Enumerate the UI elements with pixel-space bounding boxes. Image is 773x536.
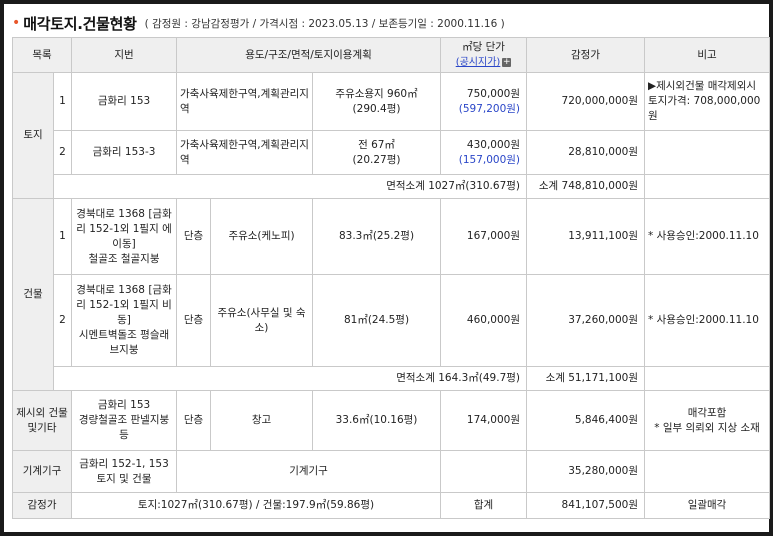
building-structure: 철골조 철골지붕 bbox=[88, 252, 160, 265]
row-number: 2 bbox=[52, 274, 73, 367]
total-row: 감정가 토지:1027㎡(310.67평) / 건물:197.9㎡(59.86평… bbox=[11, 492, 771, 519]
zoning: 가축사육제한구역,계획관리지역 bbox=[176, 130, 314, 175]
building-use: 주유소(사무실 및 숙소) bbox=[210, 274, 314, 367]
extra-address: 금화리 153 bbox=[97, 399, 151, 411]
lot-address: 금화리 153 경량철골조 판넬지붕등 bbox=[71, 390, 178, 451]
official-price-link[interactable]: (공시지가) bbox=[456, 57, 501, 68]
remark: * 사용승인:2000.11.10 bbox=[644, 198, 771, 275]
unit-price-value: 174,000원 bbox=[440, 390, 528, 451]
remark: ▶제시외건물 매각제외시 토지가격: 708,000,000원 bbox=[644, 72, 771, 131]
total-area-summary: 토지:1027㎡(310.67평) / 건물:197.9㎡(59.86평) bbox=[71, 492, 442, 519]
unit-price-value: 750,000원 bbox=[466, 87, 521, 100]
row-number: 1 bbox=[52, 198, 73, 275]
header-usage: 용도/구조/면적/토지이용계획 bbox=[176, 37, 442, 73]
extra-label: 제시외 건물및기타 bbox=[11, 390, 73, 451]
table-row: 건물 1 경북대로 1368 [금화리 152-1외 1필지 에이동] 철골조 … bbox=[12, 198, 771, 391]
header-remarks: 비고 bbox=[644, 37, 771, 73]
table-header: 목록 지번 용도/구조/면적/토지이용계획 ㎡당 단가 (공시지가) + 감정가 … bbox=[11, 37, 771, 73]
remark-included: 매각포함 bbox=[687, 406, 727, 419]
appraisal-value: 37,260,000원 bbox=[526, 274, 646, 367]
floor: 단층 bbox=[176, 198, 212, 275]
zoning: 가축사육제한구역,계획관리지역 bbox=[176, 72, 314, 131]
building-address: 경북대로 1368 [금화리 152-1외 1필지 비동] bbox=[76, 284, 172, 326]
official-price-value: (157,000원) bbox=[458, 153, 521, 166]
subtotal-row: 면적소계 1027㎡(310.67평) 소계 748,810,000원 bbox=[13, 174, 771, 199]
building-structure: 시멘트벽돌조 평슬래브지붕 bbox=[78, 329, 170, 356]
section-title: • 매각토지.건물현황 ( 감정원 : 강남감정평가 / 가격시점 : 2023… bbox=[12, 12, 505, 34]
floor: 단층 bbox=[176, 274, 212, 367]
machine-label: 기계기구 bbox=[11, 450, 73, 493]
header-category: 목록 bbox=[11, 37, 73, 73]
unit-price-value: 460,000원 bbox=[440, 274, 528, 367]
table-row: 2 경북대로 1368 [금화리 152-1외 1필지 비동] 시멘트벽돌조 평… bbox=[13, 274, 771, 367]
remark: 매각포함 * 일부 의뢰외 지상 소재 bbox=[644, 390, 771, 451]
appraisal-value: 720,000,000원 bbox=[526, 72, 646, 131]
row-number: 2 bbox=[52, 130, 73, 175]
building-area: 83.3㎡(25.2평) bbox=[312, 198, 442, 275]
land-area: (20.27평) bbox=[352, 153, 401, 166]
land-label: 토지 bbox=[12, 72, 54, 199]
land-use: 전 67㎡ (20.27평) bbox=[312, 130, 442, 175]
header-appraisal: 감정가 bbox=[526, 37, 646, 73]
remark-note: * 일부 의뢰외 지상 소재 bbox=[654, 421, 760, 434]
table-row: 기계기구 금화리 152-1, 153 토지 및 건물 기계기구 35,280,… bbox=[11, 450, 771, 493]
machine-lot: 금화리 152-1, 153 토지 및 건물 bbox=[71, 450, 178, 493]
total-label: 감정가 bbox=[11, 492, 73, 519]
total-remark: 일괄매각 bbox=[644, 492, 771, 519]
floor: 단층 bbox=[176, 390, 212, 451]
land-use-type: 전 67㎡ bbox=[358, 138, 395, 151]
empty-cell bbox=[440, 450, 528, 493]
building-use: 주유소(케노피) bbox=[210, 198, 314, 275]
land-use-type: 주유소용지 960㎡ bbox=[335, 87, 418, 100]
extra-area: 33.6㎡(10.16평) bbox=[312, 390, 442, 451]
area-subtotal: 면적소계 164.3㎡(49.7평) bbox=[52, 366, 528, 391]
remark bbox=[644, 130, 771, 175]
unit-price-value: 430,000원 bbox=[466, 138, 521, 151]
machine-use: 기계기구 bbox=[176, 450, 442, 493]
area-subtotal: 면적소계 1027㎡(310.67평) bbox=[52, 174, 528, 199]
value-subtotal: 소계 51,171,100원 bbox=[526, 366, 646, 391]
extra-structure: 경량철골조 판넬지붕등 bbox=[78, 414, 170, 441]
appraisal-value: 5,846,400원 bbox=[526, 390, 646, 451]
building-address: 경북대로 1368 [금화리 152-1외 1필지 에이동] bbox=[76, 207, 172, 250]
lot-address: 경북대로 1368 [금화리 152-1외 1필지 비동] 시멘트벽돌조 평슬래… bbox=[71, 274, 178, 367]
unit-price: 430,000원 (157,000원) bbox=[440, 130, 528, 175]
header-unit-price: ㎡당 단가 (공시지가) + bbox=[440, 37, 528, 73]
subtotal-row: 면적소계 164.3㎡(49.7평) 소계 51,171,100원 bbox=[13, 366, 771, 391]
land-area: (290.4평) bbox=[352, 102, 401, 115]
empty-cell bbox=[644, 450, 771, 493]
total-value: 841,107,500원 bbox=[526, 492, 646, 519]
header-lot: 지번 bbox=[71, 37, 178, 73]
land-use: 주유소용지 960㎡ (290.4평) bbox=[312, 72, 442, 131]
building-label: 건물 bbox=[12, 198, 54, 391]
official-price-value: (597,200원) bbox=[458, 102, 521, 115]
lot-address: 금화리 153-3 bbox=[71, 130, 178, 175]
page-title: 매각토지.건물현황 bbox=[23, 14, 137, 33]
appraisal-value: 28,810,000원 bbox=[526, 130, 646, 175]
table-row: 2 금화리 153-3 가축사육제한구역,계획관리지역 전 67㎡ (20.27… bbox=[13, 130, 771, 175]
lot-address: 금화리 153 bbox=[71, 72, 178, 131]
page-frame: • 매각토지.건물현황 ( 감정원 : 강남감정평가 / 가격시점 : 2023… bbox=[0, 0, 773, 536]
bullet-icon: • bbox=[12, 15, 21, 31]
unit-price: 750,000원 (597,200원) bbox=[440, 72, 528, 131]
unit-price-value: 167,000원 bbox=[440, 198, 528, 275]
appraisal-value: 13,911,100원 bbox=[526, 198, 646, 275]
row-number: 1 bbox=[52, 72, 73, 131]
plus-icon[interactable]: + bbox=[502, 57, 512, 67]
extra-use: 창고 bbox=[210, 390, 314, 451]
unit-price-label: ㎡당 단가 bbox=[462, 41, 505, 53]
remark: * 사용승인:2000.11.10 bbox=[644, 274, 771, 367]
appraisal-value: 35,280,000원 bbox=[526, 450, 646, 493]
total-sum-label: 합계 bbox=[440, 492, 528, 519]
building-area: 81㎡(24.5평) bbox=[312, 274, 442, 367]
table-row: 제시외 건물및기타 금화리 153 경량철골조 판넬지붕등 단층 창고 33.6… bbox=[11, 390, 771, 451]
value-subtotal: 소계 748,810,000원 bbox=[526, 174, 646, 199]
empty-cell bbox=[644, 174, 771, 199]
appraisal-info: ( 감정원 : 강남감정평가 / 가격시점 : 2023.05.13 / 보존등… bbox=[144, 17, 505, 30]
property-table: 목록 지번 용도/구조/면적/토지이용계획 ㎡당 단가 (공시지가) + 감정가 … bbox=[11, 37, 771, 519]
empty-cell bbox=[644, 366, 771, 391]
table-row: 토지 1 금화리 153 가축사육제한구역,계획관리지역 주유소용지 960㎡ … bbox=[12, 72, 771, 199]
lot-address: 경북대로 1368 [금화리 152-1외 1필지 에이동] 철골조 철골지붕 bbox=[71, 198, 178, 275]
